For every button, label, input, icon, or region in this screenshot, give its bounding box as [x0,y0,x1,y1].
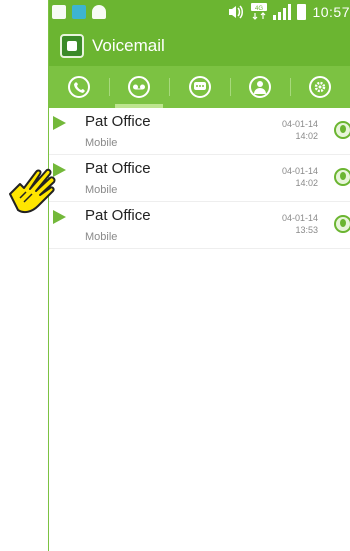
status-time: 10:57 [312,4,350,20]
tab-contacts[interactable] [229,66,290,108]
phone-screen: 4G 10:57 Voicemail Pat Office Mobile 04-… [49,0,350,551]
tab-bar [49,66,350,108]
caller-name: Pat Office [85,160,151,177]
tab-settings[interactable] [289,66,350,108]
voicemail-time: 14:02 [295,131,318,141]
voicemail-date: 04-01-14 [281,166,318,176]
tab-voicemail[interactable] [109,66,169,108]
gallery-icon [52,5,66,19]
tab-calls[interactable] [49,66,109,108]
voicemail-date: 04-01-14 [281,213,318,223]
network-label: 4G [255,6,263,12]
status-bar: 4G 10:57 [49,0,350,26]
contact-icon[interactable] [334,215,350,233]
chat-icon [92,5,106,19]
voicemail-app-icon [60,34,84,58]
caller-name: Pat Office [85,113,151,130]
caller-type: Mobile [85,184,118,196]
contact-icon[interactable] [334,168,350,186]
caller-type: Mobile [85,137,118,149]
tab-messages[interactable] [169,66,229,108]
play-icon[interactable] [53,116,66,130]
list-item[interactable]: Pat Office Mobile 04-01-14 13:53 [49,202,350,249]
message-icon [188,76,211,98]
battery-icon [297,4,307,20]
network-icon: 4G [251,3,268,20]
list-item[interactable]: Pat Office Mobile 04-01-14 14:02 [49,108,350,155]
phone-icon [68,76,91,98]
voicemail-time: 14:02 [295,178,318,188]
contact-icon[interactable] [334,121,350,139]
voicemail-icon [128,76,151,98]
caller-type: Mobile [85,231,118,243]
volume-icon [229,5,244,19]
signal-icon [273,4,292,20]
voicemail-time: 13:53 [295,225,318,235]
list-item[interactable]: Pat Office Mobile 04-01-14 14:02 [49,155,350,202]
app-icon [72,5,86,19]
caller-name: Pat Office [85,207,151,224]
voicemail-list: Pat Office Mobile 04-01-14 14:02 Pat Off… [49,108,350,249]
settings-icon [308,76,331,98]
contact-icon [248,76,271,98]
app-title: Voicemail [92,36,165,55]
pointing-hand-icon [9,168,56,214]
app-header: Voicemail [49,26,350,66]
voicemail-date: 04-01-14 [281,119,318,129]
